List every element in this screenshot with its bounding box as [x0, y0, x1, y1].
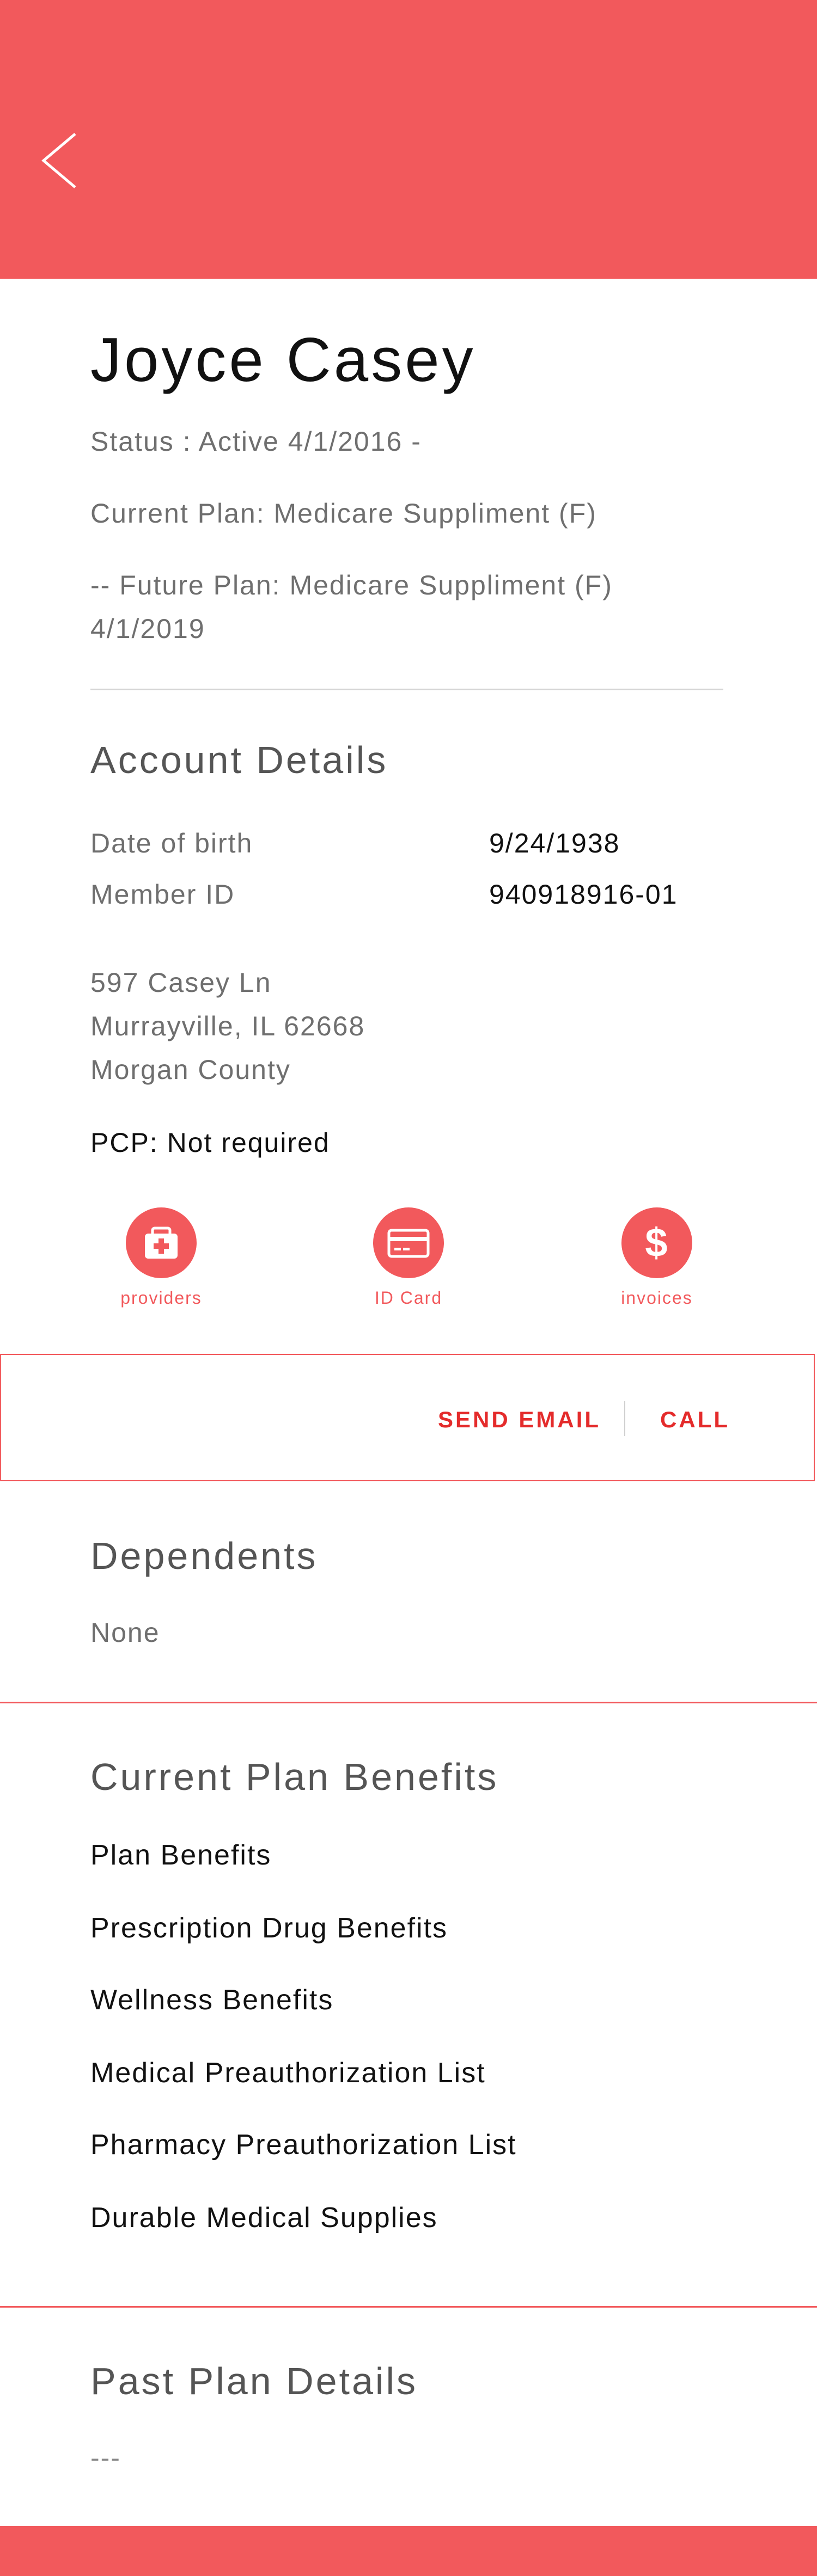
benefit-link-medical-preauthorization[interactable]: Medical Preauthorization List: [90, 2057, 486, 2089]
id-card-icon: [373, 1207, 444, 1278]
account-details-title: Account Details: [90, 739, 388, 781]
svg-text:$: $: [645, 1220, 668, 1265]
pcp-status: PCP: Not required: [90, 1127, 330, 1158]
dob-value: 9/24/1938: [489, 828, 620, 858]
current-plan: Current Plan: Medicare Suppliment (F): [90, 498, 597, 529]
chevron-left-icon: [41, 133, 76, 188]
past-plan-title: Past Plan Details: [90, 2360, 418, 2402]
dependents-value: None: [90, 1617, 160, 1648]
divider: [90, 689, 723, 690]
address-line2: Murrayville, IL 62668: [90, 1011, 365, 1041]
call-button[interactable]: CALL: [660, 1407, 730, 1433]
dependents-title: Dependents: [90, 1535, 318, 1577]
benefit-link-prescription-drug[interactable]: Prescription Drug Benefits: [90, 1912, 448, 1945]
dob-label: Date of birth: [90, 828, 253, 858]
back-button[interactable]: [39, 131, 83, 191]
benefit-link-wellness[interactable]: Wellness Benefits: [90, 1984, 333, 2016]
app-header: [0, 0, 817, 279]
future-plan-date: 4/1/2019: [90, 614, 205, 644]
address-line3: Morgan County: [90, 1054, 291, 1085]
member-id-label: Member ID: [90, 879, 235, 910]
benefit-link-durable-medical-supplies[interactable]: Durable Medical Supplies: [90, 2201, 438, 2234]
section-separator: [0, 1702, 817, 1703]
id-card-button[interactable]: ID Card: [349, 1207, 468, 1333]
dollar-icon: $: [621, 1207, 692, 1278]
benefit-link-pharmacy-preauthorization[interactable]: Pharmacy Preauthorization List: [90, 2129, 517, 2161]
medical-kit-icon: [126, 1207, 197, 1278]
benefit-link-plan-benefits[interactable]: Plan Benefits: [90, 1839, 271, 1872]
current-plan-benefits-title: Current Plan Benefits: [90, 1756, 499, 1798]
invoices-button[interactable]: $ invoices: [597, 1207, 717, 1333]
send-email-button[interactable]: SEND EMAIL: [438, 1407, 601, 1433]
member-id-value: 940918916-01: [489, 879, 678, 910]
footer-bar: [0, 2526, 817, 2576]
id-card-label: ID Card: [374, 1288, 443, 1308]
member-status: Status : Active 4/1/2016 -: [90, 426, 422, 457]
section-separator: [0, 2306, 817, 2308]
providers-button[interactable]: providers: [101, 1207, 221, 1333]
member-name: Joyce Casey: [90, 326, 476, 395]
providers-label: providers: [120, 1288, 202, 1308]
address-line1: 597 Casey Ln: [90, 967, 272, 998]
past-plan-value: ---: [90, 2443, 121, 2473]
future-plan: -- Future Plan: Medicare Suppliment (F): [90, 570, 613, 600]
invoices-label: invoices: [621, 1288, 693, 1308]
contact-divider: [624, 1401, 625, 1436]
